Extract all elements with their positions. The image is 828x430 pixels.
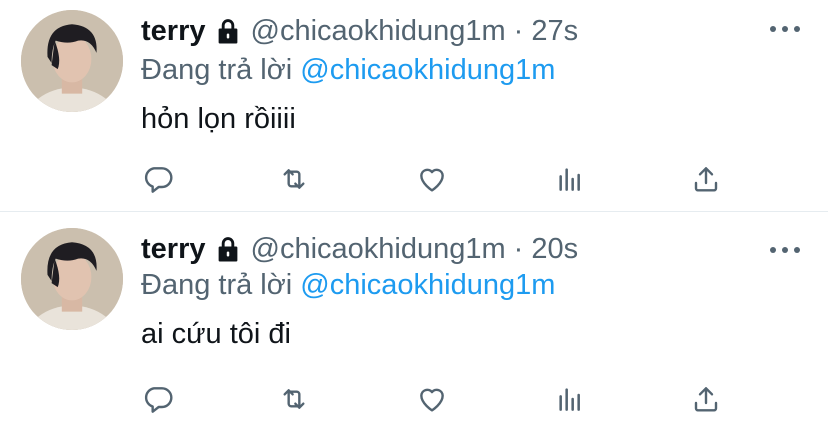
separator-dot: · [513,233,524,265]
analytics-button[interactable] [553,382,587,416]
replying-to: Đang trả lời @chicaokhidung1m [141,52,555,88]
tweet[interactable]: terry @chicaokhidung1m · 20s Đang trả lờ… [0,212,828,422]
timestamp[interactable]: 20s [531,231,578,267]
tweet-text: ai cứu tôi đi [141,318,291,350]
more-horizontal-icon[interactable] [770,245,800,255]
timestamp[interactable]: 27s [531,13,578,49]
replying-to-label: Đang trả lời [141,54,293,86]
avatar[interactable] [21,10,123,112]
mention-link[interactable]: @chicaokhidung1m [300,54,555,86]
separator-dot: · [513,15,524,47]
share-button[interactable] [689,162,723,196]
share-icon [694,167,718,192]
more-horizontal-icon[interactable] [770,24,800,34]
retweet-button[interactable] [277,382,311,416]
like-button[interactable] [415,162,449,196]
lock-icon [213,234,243,264]
heart-icon [420,388,444,412]
tweet-actions [141,162,741,196]
tweet-text: hỏn lọn rồiiii [141,103,296,135]
heart-icon [420,168,444,192]
reply-icon [144,167,173,193]
lock-icon [213,16,243,46]
analytics-icon [559,168,580,191]
mention-link[interactable]: @chicaokhidung1m [300,269,555,301]
analytics-icon [559,388,580,411]
reply-button[interactable] [141,162,175,196]
reply-icon [144,387,173,413]
retweet-icon [283,169,305,189]
tweet-header: terry @chicaokhidung1m · 27s [141,13,578,49]
tweet[interactable]: terry @chicaokhidung1m · 27s Đang trả lờ… [0,0,828,212]
like-button[interactable] [415,382,449,416]
tweet-actions [141,382,741,416]
replying-to: Đang trả lời @chicaokhidung1m [141,267,555,303]
tweet-header: terry @chicaokhidung1m · 20s [141,231,578,267]
retweet-icon [283,389,305,409]
display-name[interactable]: terry [141,231,206,267]
display-name[interactable]: terry [141,13,206,49]
avatar[interactable] [21,228,123,330]
user-handle[interactable]: @chicaokhidung1m [251,13,506,49]
user-handle[interactable]: @chicaokhidung1m [251,231,506,267]
analytics-button[interactable] [553,162,587,196]
share-icon [694,387,718,412]
share-button[interactable] [689,382,723,416]
replying-to-label: Đang trả lời [141,269,293,301]
reply-button[interactable] [141,382,175,416]
retweet-button[interactable] [277,162,311,196]
